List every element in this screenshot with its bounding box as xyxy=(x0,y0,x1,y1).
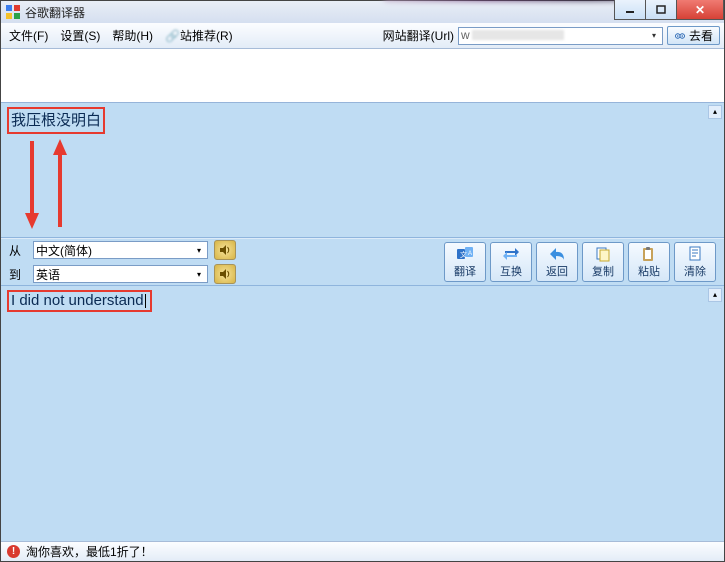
url-input[interactable]: w ▾ xyxy=(458,27,663,45)
from-language-select[interactable]: 中文(简体) ▾ xyxy=(33,241,208,259)
from-label: 从 xyxy=(9,242,27,259)
title-bar: 谷歌翻译器 ✕ xyxy=(1,1,724,23)
menu-bar: 文件(F) 设置(S) 帮助(H) 🔗站推荐(R) 网站翻译(Url) w ▾ … xyxy=(1,23,724,49)
tts-from-button[interactable] xyxy=(214,240,236,260)
swap-icon xyxy=(502,245,520,262)
annotation-arrow-down xyxy=(23,139,41,232)
url-label: 网站翻译(Url) xyxy=(383,27,454,44)
go-button-label: 去看 xyxy=(689,27,713,44)
to-label: 到 xyxy=(9,266,27,283)
paste-button-label: 粘贴 xyxy=(638,263,660,279)
speaker-icon xyxy=(219,268,231,280)
source-text: 我压根没明白 xyxy=(7,107,105,134)
alert-icon: ! xyxy=(7,545,20,558)
translate-button[interactable]: 文A 翻译 xyxy=(444,242,486,282)
tab-area xyxy=(1,49,724,103)
menu-help[interactable]: 帮助(H) xyxy=(108,25,157,46)
source-pane[interactable]: ▴ 我压根没明白 xyxy=(1,103,724,238)
status-bar: ! 淘你喜欢，最低1折了！ xyxy=(1,541,724,561)
paste-icon xyxy=(640,245,658,262)
close-button[interactable]: ✕ xyxy=(676,0,724,20)
annotation-arrow-up xyxy=(51,139,69,232)
clear-button[interactable]: 清除 xyxy=(674,242,716,282)
toolbar: 从 中文(简体) ▾ 到 英语 ▾ xyxy=(1,238,724,286)
copy-button-label: 复制 xyxy=(592,263,614,279)
back-button-label: 返回 xyxy=(546,263,568,279)
back-icon xyxy=(548,245,566,262)
menu-file[interactable]: 文件(F) xyxy=(5,25,52,46)
to-language-select[interactable]: 英语 ▾ xyxy=(33,265,208,283)
translate-button-label: 翻译 xyxy=(454,263,476,279)
status-text: 淘你喜欢，最低1折了！ xyxy=(26,543,153,560)
back-button[interactable]: 返回 xyxy=(536,242,578,282)
minimize-button[interactable] xyxy=(614,0,646,20)
scroll-up-icon[interactable]: ▴ xyxy=(708,288,722,302)
swap-button[interactable]: 互换 xyxy=(490,242,532,282)
translate-icon: 文A xyxy=(456,245,474,262)
maximize-button[interactable] xyxy=(645,0,677,20)
svg-text:文: 文 xyxy=(460,250,467,259)
output-text: I did not understand xyxy=(7,290,152,312)
output-pane[interactable]: ▴ I did not understand xyxy=(1,286,724,541)
chevron-down-icon[interactable]: ▾ xyxy=(192,267,206,281)
app-icon xyxy=(5,4,21,20)
swap-button-label: 互换 xyxy=(500,263,522,279)
chevron-down-icon[interactable]: ▾ xyxy=(647,29,661,43)
chevron-down-icon[interactable]: ▾ xyxy=(192,243,206,257)
tts-to-button[interactable] xyxy=(214,264,236,284)
speaker-icon xyxy=(219,244,231,256)
paste-button[interactable]: 粘贴 xyxy=(628,242,670,282)
menu-recommend[interactable]: 🔗站推荐(R) xyxy=(161,25,237,46)
copy-icon xyxy=(594,245,612,262)
window-title: 谷歌翻译器 xyxy=(25,4,85,21)
clear-icon xyxy=(686,245,704,262)
scroll-up-icon[interactable]: ▴ xyxy=(708,105,722,119)
svg-text:A: A xyxy=(468,251,472,257)
menu-settings[interactable]: 设置(S) xyxy=(56,25,104,46)
copy-button[interactable]: 复制 xyxy=(582,242,624,282)
go-button[interactable]: 去看 xyxy=(667,26,720,45)
clear-button-label: 清除 xyxy=(684,263,706,279)
eyes-icon xyxy=(674,30,686,42)
